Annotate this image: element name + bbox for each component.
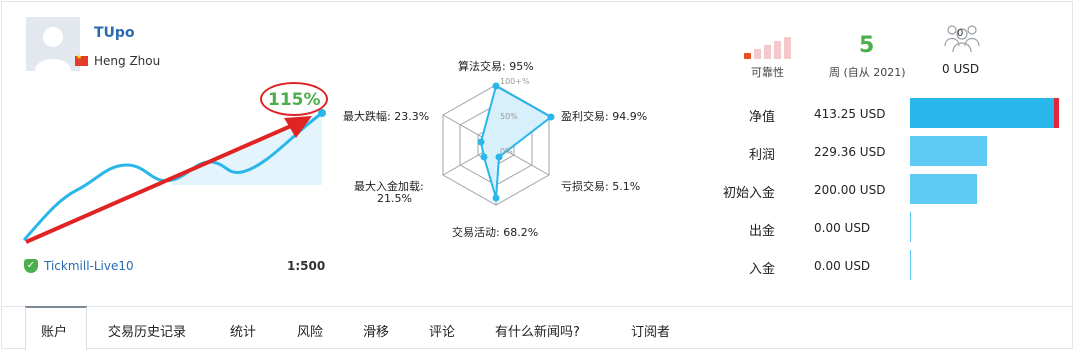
initial-deposit-label: 初始入金 (722, 186, 775, 201)
leverage: 1:500 (287, 259, 326, 273)
equity-label: 净值 (748, 110, 775, 125)
radar-label-algo: 算法交易: 95% (458, 60, 534, 73)
tab-reviews[interactable]: 评论 (429, 321, 455, 340)
deposits-bar (910, 250, 911, 280)
china-flag-icon (75, 53, 88, 66)
radar-label-profit-trades: 盈利交易: 94.9% (561, 110, 648, 123)
weeks-value: 5 (859, 33, 875, 58)
deposits-label: 入金 (748, 262, 775, 277)
radar-scale-50: 50% (500, 112, 518, 121)
tab-slippage[interactable]: 滑移 (363, 321, 389, 340)
avatar[interactable] (26, 17, 80, 71)
tab-bar: 账户 交易历史记录 统计 风险 滑移 评论 有什么新闻吗? 订阅者 (1, 306, 1073, 351)
initial-deposit-bar (910, 174, 977, 204)
initial-deposit-value: 200.00 USD (814, 183, 886, 197)
radar-shape (479, 84, 553, 199)
tab-account[interactable]: 账户 (41, 321, 67, 340)
tab-risks[interactable]: 风险 (297, 321, 323, 340)
radar-point-profit (547, 113, 555, 121)
equity-bar (910, 98, 1059, 128)
radar-point-algo (492, 82, 500, 90)
verified-check-icon: ✓ (24, 259, 38, 273)
radar-label-max-drawdown: 最大跌幅: 23.3% (343, 110, 430, 123)
radar-point-activity (492, 194, 500, 202)
profit-value: 229.36 USD (814, 145, 886, 159)
tab-statistics[interactable]: 统计 (230, 321, 256, 340)
tab-news[interactable]: 有什么新闻吗? (495, 321, 580, 340)
reliability-bars-icon (744, 37, 800, 59)
deposits-value: 0.00 USD (814, 259, 871, 273)
radar-scale-0: 0% (500, 147, 513, 156)
equity-value: 413.25 USD (814, 107, 886, 121)
growth-percent: 115% (268, 90, 321, 110)
tab-trade-history[interactable]: 交易历史记录 (108, 321, 186, 340)
withdrawals-label: 出金 (748, 224, 775, 239)
radar-label-loss-trades: 亏损交易: 5.1% (561, 180, 641, 193)
radar-point-drawdown (477, 138, 485, 146)
withdrawals-bar (910, 212, 911, 242)
withdrawals-value: 0.00 USD (814, 221, 871, 235)
tab-subscribers[interactable]: 订阅者 (631, 321, 670, 340)
subscribers-count: 0 (957, 28, 964, 39)
user-silhouette-icon (35, 27, 71, 71)
location: Heng Zhou (94, 54, 161, 68)
broker-link[interactable]: Tickmill-Live10 (44, 259, 134, 273)
signal-name[interactable]: TUpo (94, 25, 135, 41)
radar-label-activity: 交易活动: 68.2% (452, 226, 539, 239)
reliability-label: 可靠性 (751, 66, 784, 79)
weeks-label: 周 (自从 2021) (829, 66, 906, 79)
radar-point-deposit-load (480, 153, 488, 161)
radar-label-max-deposit-load-value: 21.5% (377, 192, 412, 205)
radar-scale-100: 100+% (500, 77, 530, 86)
subscribers-funds: 0 USD (942, 62, 980, 76)
radar-chart: 100+% 50% 0% (442, 77, 555, 206)
profit-label: 利润 (748, 148, 775, 163)
profit-bar (910, 136, 987, 166)
